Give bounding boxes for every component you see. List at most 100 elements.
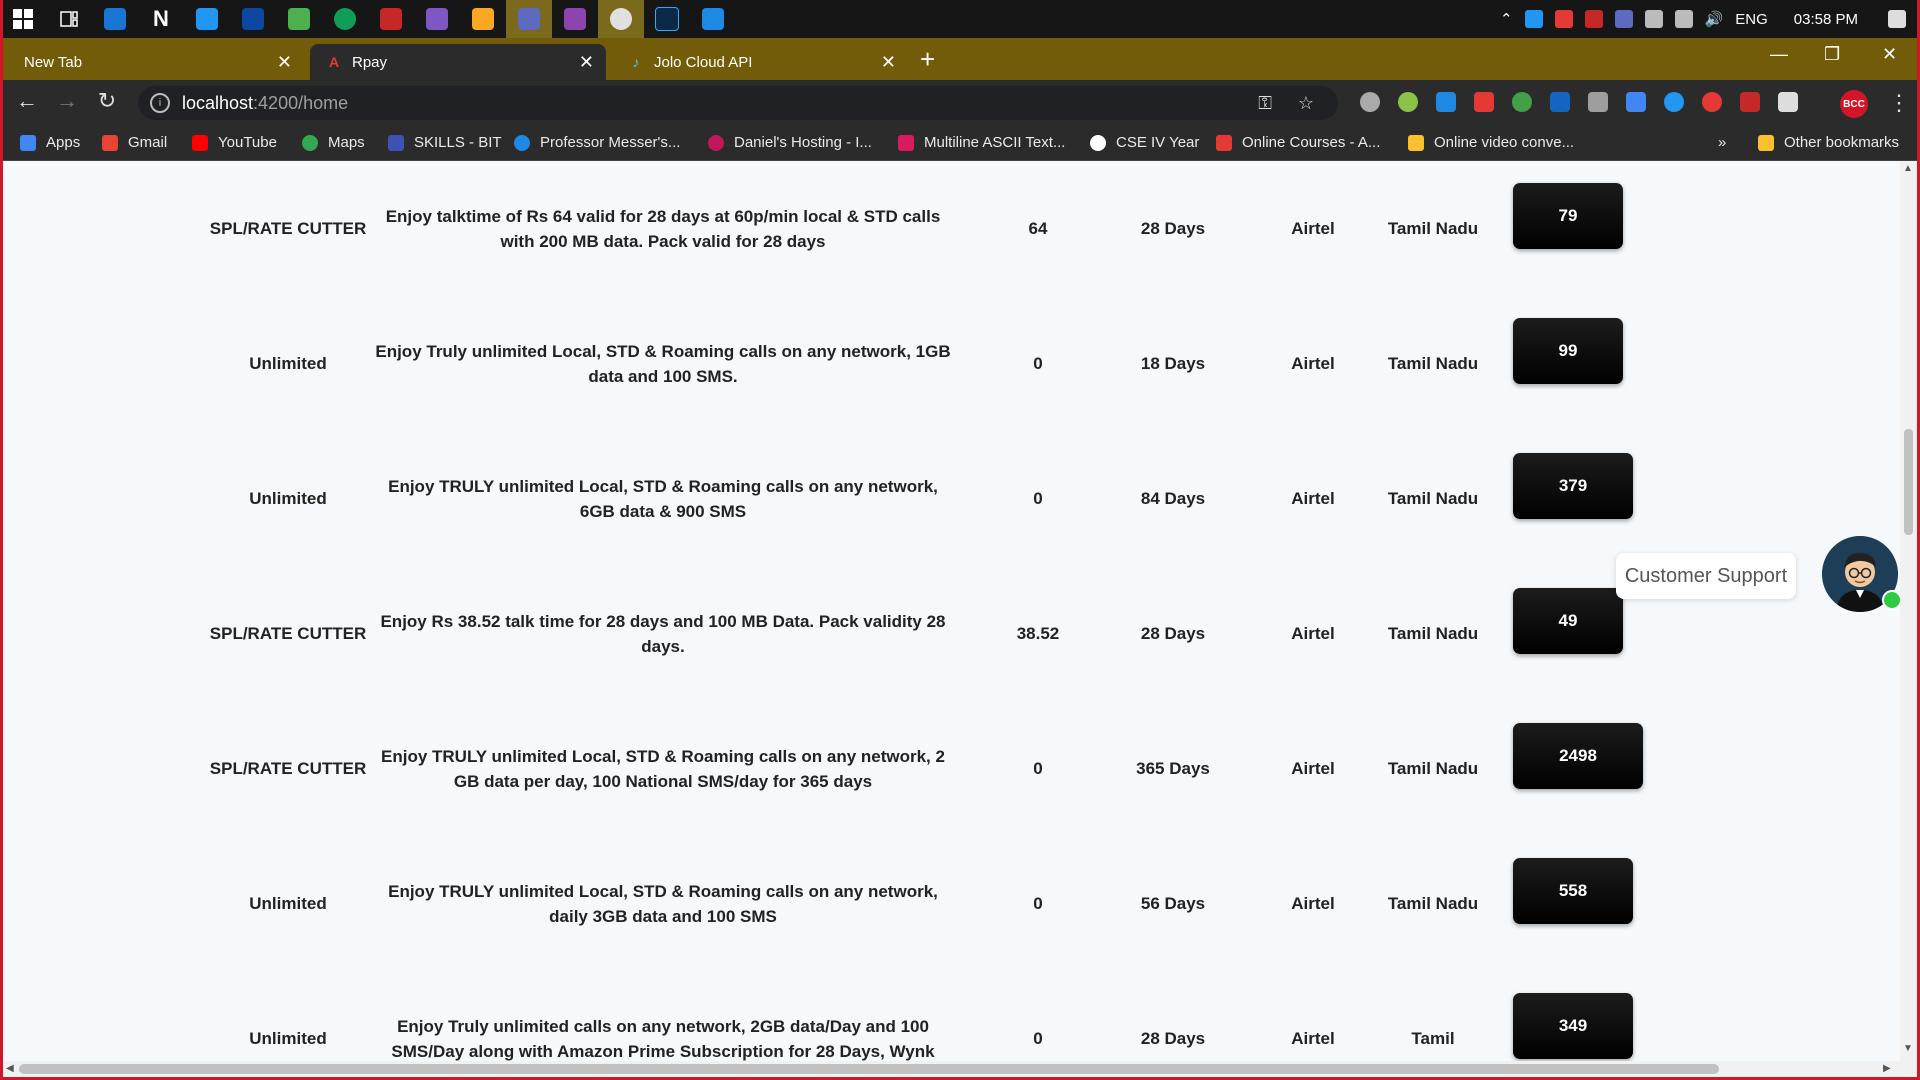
bookmark-label: CSE IV Year [1116, 134, 1200, 151]
chrome-icon[interactable] [598, 0, 644, 38]
bookmark-online-courses[interactable]: Online Courses - A... [1216, 134, 1380, 151]
bookmark-skills-bit[interactable]: SKILLS - BIT [388, 134, 502, 151]
app-icon[interactable] [276, 0, 322, 38]
extension-icon[interactable] [1360, 92, 1380, 112]
notification-icon[interactable] [1888, 10, 1906, 28]
start-icon[interactable] [0, 0, 46, 38]
volume-icon[interactable]: 🔊 [1705, 10, 1724, 28]
scroll-right-icon[interactable]: ▶ [1883, 1063, 1891, 1074]
extension-icon[interactable] [1474, 92, 1494, 112]
extension-icon[interactable] [1740, 92, 1760, 112]
bookmark-label: Apps [46, 134, 81, 151]
star-icon[interactable]: ☆ [1298, 93, 1314, 114]
bookmark-maps[interactable]: Maps [302, 134, 365, 151]
other-bookmarks[interactable]: Other bookmarks [1758, 134, 1899, 151]
vscode-icon[interactable] [690, 0, 736, 38]
minimize-icon[interactable]: — [1770, 44, 1788, 65]
plan-description: Enjoy Rs 38.52 talk time for 28 days and… [380, 611, 946, 656]
plan-circle: Tamil Nadu [1387, 624, 1479, 643]
extension-icon[interactable] [1550, 92, 1570, 112]
new-tab-button[interactable]: + [920, 44, 935, 75]
horizontal-scrollbar[interactable]: ◀ ▶ [3, 1061, 1917, 1077]
price-button[interactable]: 99 [1513, 318, 1623, 384]
bookmark-gmail[interactable]: Gmail [102, 134, 167, 151]
forward-icon[interactable]: → [52, 88, 82, 114]
plan-validity: 28 Days [1140, 1029, 1206, 1048]
language-indicator[interactable]: ENG [1735, 11, 1768, 28]
app-icon[interactable] [184, 0, 230, 38]
chevron-up-icon[interactable]: ⌃ [1500, 10, 1513, 28]
notion-icon[interactable]: N [138, 0, 184, 38]
teams-icon[interactable] [506, 0, 552, 38]
tab-label: New Tab [24, 53, 83, 71]
task-view-icon[interactable] [46, 0, 92, 38]
customer-support-label[interactable]: Customer Support [1616, 553, 1796, 599]
price-button[interactable]: 2498 [1513, 723, 1643, 789]
extension-icon[interactable] [1398, 92, 1418, 112]
tray-app-icon[interactable] [1614, 10, 1633, 28]
bookmark-cse-iv-year[interactable]: CSE IV Year [1090, 134, 1199, 151]
bookmark-youtube[interactable]: YouTube [192, 134, 277, 151]
edge-icon[interactable] [322, 0, 368, 38]
scroll-up-icon[interactable]: ▲ [1903, 163, 1913, 174]
close-tab-icon[interactable]: ✕ [277, 52, 292, 73]
bookmarks-overflow-button[interactable]: » [1718, 134, 1726, 151]
onedrive-icon[interactable] [1524, 10, 1543, 28]
bookmark-multiline-ascii[interactable]: Multiline ASCII Text... [898, 134, 1065, 151]
restore-icon[interactable]: ❐ [1824, 44, 1840, 65]
extension-icon[interactable] [1664, 92, 1684, 112]
reload-icon[interactable]: ↻ [92, 88, 122, 114]
close-tab-icon[interactable]: ✕ [881, 52, 896, 73]
vertical-scroll-thumb[interactable] [1904, 429, 1913, 535]
drive-icon[interactable] [1588, 92, 1608, 112]
visual-studio-icon[interactable] [414, 0, 460, 38]
price-button[interactable]: 79 [1513, 183, 1623, 249]
plan-description: Enjoy TRULY unlimited Local, STD & Roami… [381, 746, 945, 791]
close-tab-icon[interactable]: ✕ [579, 52, 594, 73]
bookmark-online-video-converter[interactable]: Online video conve... [1408, 134, 1574, 151]
extension-icon[interactable] [1512, 92, 1532, 112]
tab-new-tab[interactable]: New Tab ✕ [8, 44, 304, 80]
translate-icon[interactable] [1626, 92, 1646, 112]
app-icon[interactable] [92, 0, 138, 38]
plan-operator: Airtel [1291, 759, 1335, 778]
network-icon[interactable] [1674, 10, 1693, 28]
key-icon[interactable]: ⚿ [1258, 93, 1272, 114]
bookmark-daniels-hosting[interactable]: Daniel's Hosting - I... [708, 134, 872, 151]
battery-icon[interactable] [1644, 10, 1663, 28]
price-button[interactable]: 379 [1513, 453, 1633, 519]
bookmark-apps[interactable]: Apps [20, 134, 80, 151]
clock[interactable]: 03:58 PM [1794, 11, 1858, 28]
price-button[interactable]: 349 [1513, 993, 1633, 1059]
menu-icon[interactable]: ⋮ [1888, 90, 1910, 116]
scroll-left-icon[interactable]: ◀ [6, 1063, 14, 1074]
photoshop-icon[interactable] [644, 0, 690, 38]
tray-app-icon[interactable] [1584, 10, 1603, 28]
app-icon[interactable] [368, 0, 414, 38]
page-content: SPL/RATE CUTTER Enjoy talktime of Rs 64 … [3, 161, 1900, 1061]
extension-icon[interactable] [1702, 92, 1722, 112]
tab-jolo-cloud-api[interactable]: ♪ Jolo Cloud API ✕ [612, 44, 908, 80]
price-button[interactable]: 49 [1513, 588, 1623, 654]
back-icon[interactable]: ← [12, 88, 42, 114]
scroll-down-icon[interactable]: ▼ [1903, 1043, 1913, 1054]
visual-studio-icon[interactable] [552, 0, 598, 38]
vertical-scrollbar[interactable]: ▲ ▼ [1900, 161, 1917, 1061]
plan-validity: 18 Days [1140, 354, 1206, 373]
puzzle-icon[interactable] [1778, 92, 1798, 112]
app-icon[interactable] [230, 0, 276, 38]
extension-icon[interactable] [1436, 92, 1456, 112]
bookmark-professor-messer[interactable]: Professor Messer's... [514, 134, 680, 151]
close-window-icon[interactable]: ✕ [1882, 44, 1897, 65]
profile-avatar[interactable]: BCC [1840, 90, 1868, 118]
gmail-icon [102, 134, 118, 151]
file-explorer-icon[interactable] [460, 0, 506, 38]
address-bar[interactable]: i localhost:4200/home ⚿ ☆ [138, 86, 1338, 120]
tray-app-icon[interactable] [1554, 10, 1573, 28]
raspberry-icon [708, 134, 724, 151]
price-button[interactable]: 558 [1513, 858, 1633, 924]
tab-rpay[interactable]: A Rpay ✕ [310, 44, 606, 80]
info-icon[interactable]: i [150, 93, 170, 113]
bookmark-label: Multiline ASCII Text... [924, 134, 1066, 151]
horizontal-scroll-thumb[interactable] [19, 1064, 1719, 1074]
